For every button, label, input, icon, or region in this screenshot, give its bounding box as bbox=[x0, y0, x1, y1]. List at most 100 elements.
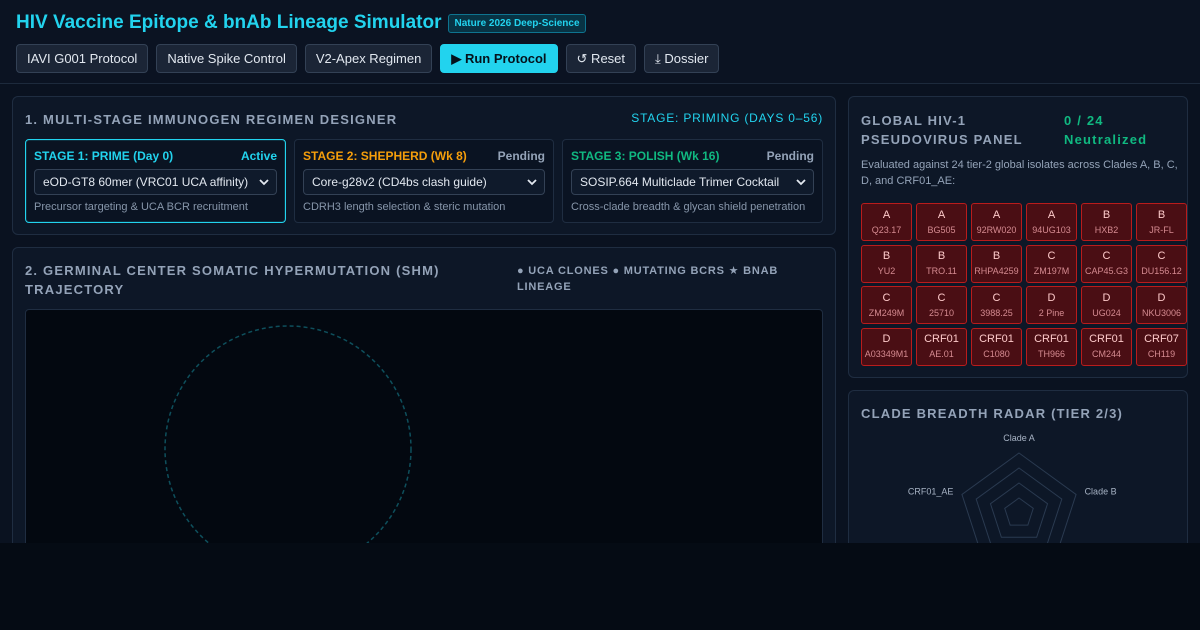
isolate-tile[interactable]: D A03349M1 bbox=[861, 327, 912, 366]
isolate-clade: D bbox=[1102, 291, 1111, 304]
isolate-clade: C bbox=[1157, 250, 1166, 262]
isolate-tile[interactable]: C DU156.12 bbox=[1136, 244, 1187, 283]
isolate-name: 2 Pine bbox=[1038, 307, 1065, 318]
isolate-name: 92RW020 bbox=[976, 224, 1017, 235]
isolate-clade: B bbox=[937, 250, 946, 262]
isolate-clade: C bbox=[992, 291, 1001, 304]
stage-card-polish[interactable]: STAGE 3: POLISH (Wk 16) Pending SOSIP.66… bbox=[562, 139, 823, 223]
isolate-name: CH119 bbox=[1147, 349, 1176, 359]
isolate-name: 94UG103 bbox=[1032, 224, 1071, 235]
isolate-tile[interactable]: C 3988.25 bbox=[971, 286, 1022, 324]
current-stage-status: Stage: Priming (Days 0–56) bbox=[631, 111, 823, 125]
v2-apex-regimen-button[interactable]: V2-Apex Regimen bbox=[304, 44, 433, 73]
isolate-tile[interactable]: A Q23.17 bbox=[861, 203, 912, 241]
shepherd-immunogen-select[interactable]: Core-g28v2 (CD4bs clash guide) bbox=[303, 169, 545, 195]
isolate-tile[interactable]: CRF01 CM244 bbox=[1081, 327, 1132, 366]
isolate-tile[interactable]: A 92RW020 bbox=[971, 203, 1022, 241]
isolate-clade: A bbox=[937, 208, 946, 221]
radar-axis-label: Clade B bbox=[1085, 486, 1117, 496]
isolate-clade: C bbox=[937, 291, 946, 304]
isolate-tile[interactable]: D UG024 bbox=[1081, 286, 1132, 324]
regimen-panel-title: 1. Multi-Stage Immunogen Regimen Designe… bbox=[25, 112, 398, 127]
isolate-tile[interactable]: B HXB2 bbox=[1081, 203, 1132, 241]
run-protocol-button[interactable]: ▶ Run Protocol bbox=[440, 44, 558, 73]
isolate-tile[interactable]: D NKU3006 bbox=[1136, 286, 1187, 324]
isolate-name: HXB2 bbox=[1094, 224, 1119, 235]
isolate-clade: D bbox=[1157, 291, 1166, 304]
app-header: HIV Vaccine Epitope & bnAb Lineage Simul… bbox=[0, 0, 1200, 84]
isolate-name: 3988.25 bbox=[980, 307, 1013, 318]
neutralized-count: 0 / 24 Neutralized bbox=[1064, 113, 1148, 147]
isolate-tile[interactable]: C ZM249M bbox=[861, 286, 912, 324]
isolate-tile[interactable]: B TRO.11 bbox=[916, 244, 967, 283]
isolate-name: A03349M1 bbox=[864, 349, 909, 359]
isolate-tile[interactable]: A BG505 bbox=[916, 203, 967, 241]
isolate-grid: A Q23.17 A BG505 A 92RW020 A 94UG103 B HXB2 B JR-FL… bbox=[861, 203, 1187, 366]
isolate-clade: A bbox=[882, 208, 891, 221]
isolate-tile[interactable]: CRF01 AE.01 bbox=[916, 327, 967, 366]
isolate-tile[interactable]: C CAP45.G3 bbox=[1081, 244, 1132, 283]
dossier-download-button[interactable]: ⤓ Dossier bbox=[644, 44, 720, 73]
toolbar: IAVI G001 Protocol Native Spike Control … bbox=[16, 44, 720, 73]
isolate-tile[interactable]: C ZM197M bbox=[1026, 244, 1077, 283]
prime-immunogen-select[interactable]: eOD-GT8 60mer (VRC01 UCA affinity) bbox=[34, 169, 277, 195]
isolate-name: NKU3006 bbox=[1141, 307, 1182, 318]
app-title: HIV Vaccine Epitope & bnAb Lineage Simul… bbox=[16, 12, 442, 33]
isolate-clade: CRF07 bbox=[1144, 333, 1179, 345]
isolate-tile[interactable]: D 2 Pine bbox=[1026, 286, 1077, 324]
isolate-name: ZM249M bbox=[868, 307, 905, 318]
isolate-clade: C bbox=[882, 291, 891, 304]
iavi-g001-protocol-button[interactable]: IAVI G001 Protocol bbox=[16, 44, 149, 73]
stage-card-prime[interactable]: STAGE 1: PRIME (Day 0) Active eOD-GT8 60… bbox=[25, 139, 286, 223]
stage-name: STAGE 3: POLISH (Wk 16) bbox=[571, 149, 720, 163]
radar-grid-ring bbox=[989, 482, 1049, 538]
isolate-tile[interactable]: B RHPA4259 bbox=[971, 244, 1022, 283]
chevron-down-icon bbox=[259, 179, 269, 186]
radar-axis-label: CRF01_AE bbox=[908, 486, 954, 496]
app-viewport: HIV Vaccine Epitope & bnAb Lineage Simul… bbox=[0, 0, 1200, 543]
isolate-clade: D bbox=[882, 333, 891, 345]
isolate-tile[interactable]: B YU2 bbox=[861, 244, 912, 283]
isolate-tile[interactable]: C 25710 bbox=[916, 286, 967, 324]
chevron-down-icon bbox=[527, 179, 537, 186]
polish-immunogen-select[interactable]: SOSIP.664 Multiclade Trimer Cocktail bbox=[571, 169, 814, 195]
isolate-clade: B bbox=[1102, 208, 1111, 221]
isolate-clade: CRF01 bbox=[979, 333, 1014, 345]
stage-state: Pending bbox=[497, 149, 545, 163]
isolate-clade: CRF01 bbox=[1089, 333, 1124, 345]
selected-immunogen: eOD-GT8 60mer (VRC01 UCA affinity) bbox=[43, 175, 249, 189]
isolate-name: AE.01 bbox=[929, 349, 954, 359]
isolate-name: C1080 bbox=[983, 349, 1010, 359]
shm-trajectory-panel: 2. Germinal Center Somatic Hypermutation… bbox=[12, 247, 836, 543]
isolate-name: BG505 bbox=[927, 224, 956, 235]
isolate-tile[interactable]: CRF01 C1080 bbox=[971, 327, 1022, 366]
isolate-clade: D bbox=[1047, 291, 1056, 304]
isolate-tile[interactable]: B JR-FL bbox=[1136, 203, 1187, 241]
isolate-name: 25710 bbox=[928, 307, 955, 318]
isolate-name: YU2 bbox=[877, 266, 896, 276]
pseudovirus-panel: Global HIV-1 Pseudovirus Panel 0 / 24 Ne… bbox=[848, 96, 1188, 378]
panel-note: Evaluated against 24 tier-2 global isola… bbox=[861, 159, 1178, 187]
stage-description: CDRH3 length selection & steric mutation bbox=[303, 201, 506, 213]
isolate-tile[interactable]: CRF01 TH966 bbox=[1026, 327, 1077, 366]
isolate-tile[interactable]: CRF07 CH119 bbox=[1136, 327, 1187, 366]
isolate-clade: A bbox=[992, 208, 1001, 221]
isolate-name: UG024 bbox=[1092, 307, 1121, 318]
isolate-name: TRO.11 bbox=[926, 266, 957, 276]
reset-button[interactable]: ↺ Reset bbox=[565, 44, 637, 73]
stage-state: Pending bbox=[766, 149, 814, 163]
isolate-tile[interactable]: A 94UG103 bbox=[1026, 203, 1077, 241]
isolate-name: TH966 bbox=[1037, 349, 1065, 359]
radar-grid-ring bbox=[1004, 497, 1034, 526]
radar-axis-label: Clade A bbox=[1003, 433, 1035, 443]
isolate-clade: C bbox=[1047, 250, 1056, 262]
native-spike-control-button[interactable]: Native Spike Control bbox=[156, 44, 297, 73]
selected-immunogen: Core-g28v2 (CD4bs clash guide) bbox=[312, 175, 487, 189]
isolate-clade: CRF01 bbox=[1034, 333, 1069, 345]
clade-radar-chart: Clade AClade BClade CClade DCRF01_AE bbox=[908, 433, 1117, 543]
stage-name: STAGE 1: PRIME (Day 0) bbox=[34, 149, 174, 163]
shm-simulation-canvas[interactable] bbox=[25, 309, 823, 543]
stage-card-shepherd[interactable]: STAGE 2: SHEPHERD (Wk 8) Pending Core-g2… bbox=[294, 139, 554, 223]
stage-state: Active bbox=[240, 149, 277, 163]
shm-panel-title: 2. Germinal Center Somatic Hypermutation… bbox=[25, 263, 440, 297]
